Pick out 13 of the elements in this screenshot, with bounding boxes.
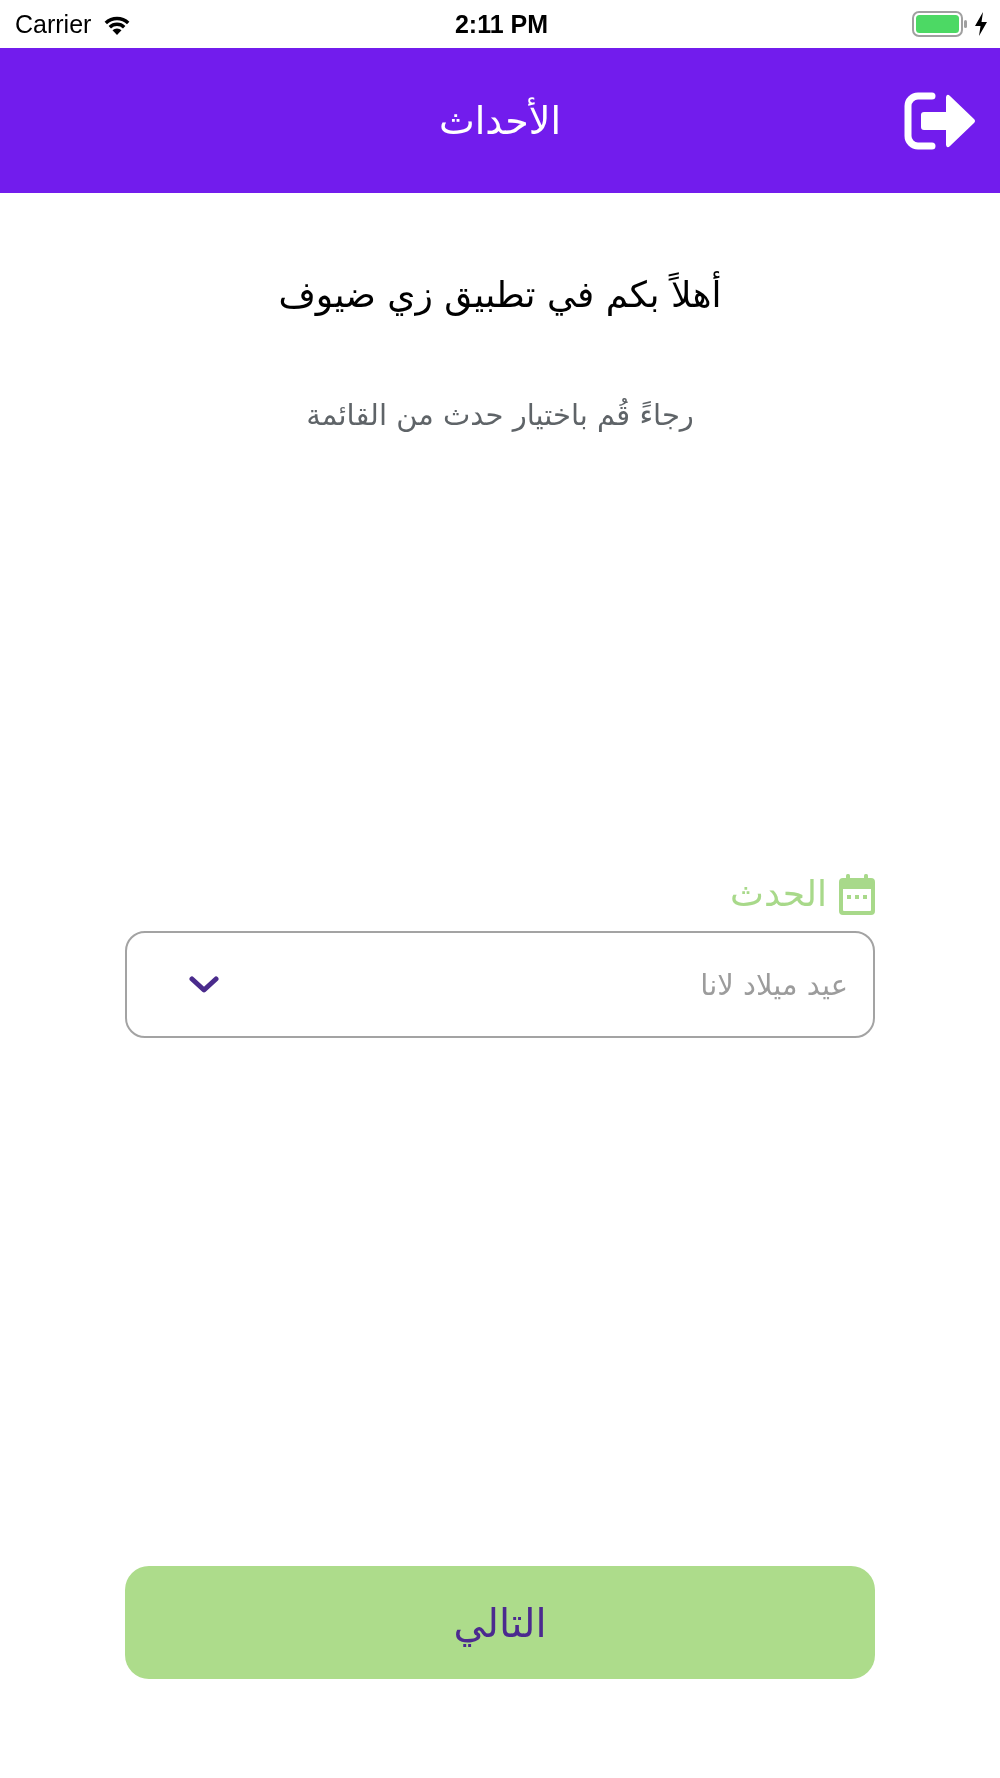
event-label: الحدث: [730, 872, 827, 916]
welcome-subtitle: رجاءً قُم باختيار حدث من القائمة: [306, 397, 694, 434]
calendar-icon: [839, 873, 875, 915]
next-button[interactable]: التالي: [125, 1566, 875, 1679]
status-time: 2:11 PM: [454, 9, 549, 39]
exit-icon: [904, 91, 976, 150]
chevron-down-icon: [189, 975, 219, 994]
battery-icon: [912, 11, 968, 37]
carrier-name: Carrier: [15, 9, 92, 39]
header-title: الأحداث: [439, 96, 561, 145]
exit-button[interactable]: [904, 91, 976, 150]
welcome-heading: أهلاً بكم في تطبيق زي ضيوف: [278, 269, 722, 321]
charging-bolt-icon: [974, 12, 988, 36]
